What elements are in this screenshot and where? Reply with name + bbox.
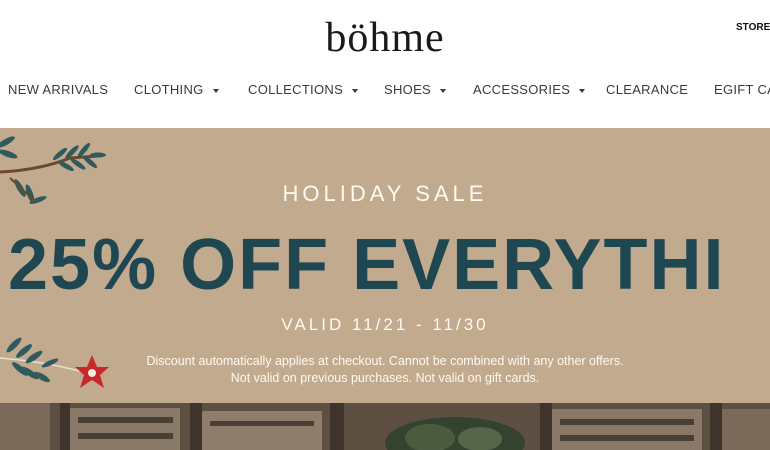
nav-shoes[interactable]: SHOES xyxy=(384,82,447,97)
rustic-window-image xyxy=(0,403,770,450)
main-nav: NEW ARRIVALS CLOTHING COLLECTIONS SHOES … xyxy=(0,82,770,102)
sale-headline: 25% OFF EVERYTHI xyxy=(8,225,726,305)
nav-label: COLLECTIONS xyxy=(248,82,344,97)
disclaimer-line: Not valid on previous purchases. Not val… xyxy=(230,371,540,385)
disclaimer-line: Discount automatically applies at checko… xyxy=(146,354,624,368)
caret-down-icon xyxy=(352,88,359,93)
nav-label: CLOTHING xyxy=(134,82,204,97)
brand-logo[interactable]: böhme xyxy=(0,14,770,62)
sale-kicker: HOLIDAY SALE xyxy=(282,181,488,206)
store-locator-link[interactable]: STORE L xyxy=(736,22,770,33)
site-header: böhme STORE L NEW ARRIVALS CLOTHING COLL… xyxy=(0,0,770,128)
nav-collections[interactable]: COLLECTIONS xyxy=(248,82,359,97)
caret-down-icon xyxy=(579,88,586,93)
sale-validity: VALID 11/21 - 11/30 xyxy=(281,315,489,334)
holiday-sale-banner[interactable]: HOLIDAY SALE 25% OFF EVERYTHI VALID 11/2… xyxy=(0,128,770,403)
hero-photo[interactable] xyxy=(0,403,770,450)
caret-down-icon xyxy=(212,88,219,93)
nav-label: NEW ARRIVALS xyxy=(8,82,109,97)
nav-label: ACCESSORIES xyxy=(473,82,571,97)
nav-clothing[interactable]: CLOTHING xyxy=(134,82,219,97)
caret-down-icon xyxy=(440,88,447,93)
nav-accessories[interactable]: ACCESSORIES xyxy=(473,82,586,97)
nav-egift-cards[interactable]: EGIFT CA xyxy=(714,82,770,97)
nav-label: SHOES xyxy=(384,82,432,97)
sale-disclaimer: Discount automatically applies at checko… xyxy=(0,353,770,387)
nav-new-arrivals[interactable]: NEW ARRIVALS xyxy=(8,82,108,97)
nav-clearance[interactable]: CLEARANCE xyxy=(606,82,688,97)
nav-label: EGIFT CA xyxy=(714,82,770,97)
nav-label: CLEARANCE xyxy=(606,82,689,97)
